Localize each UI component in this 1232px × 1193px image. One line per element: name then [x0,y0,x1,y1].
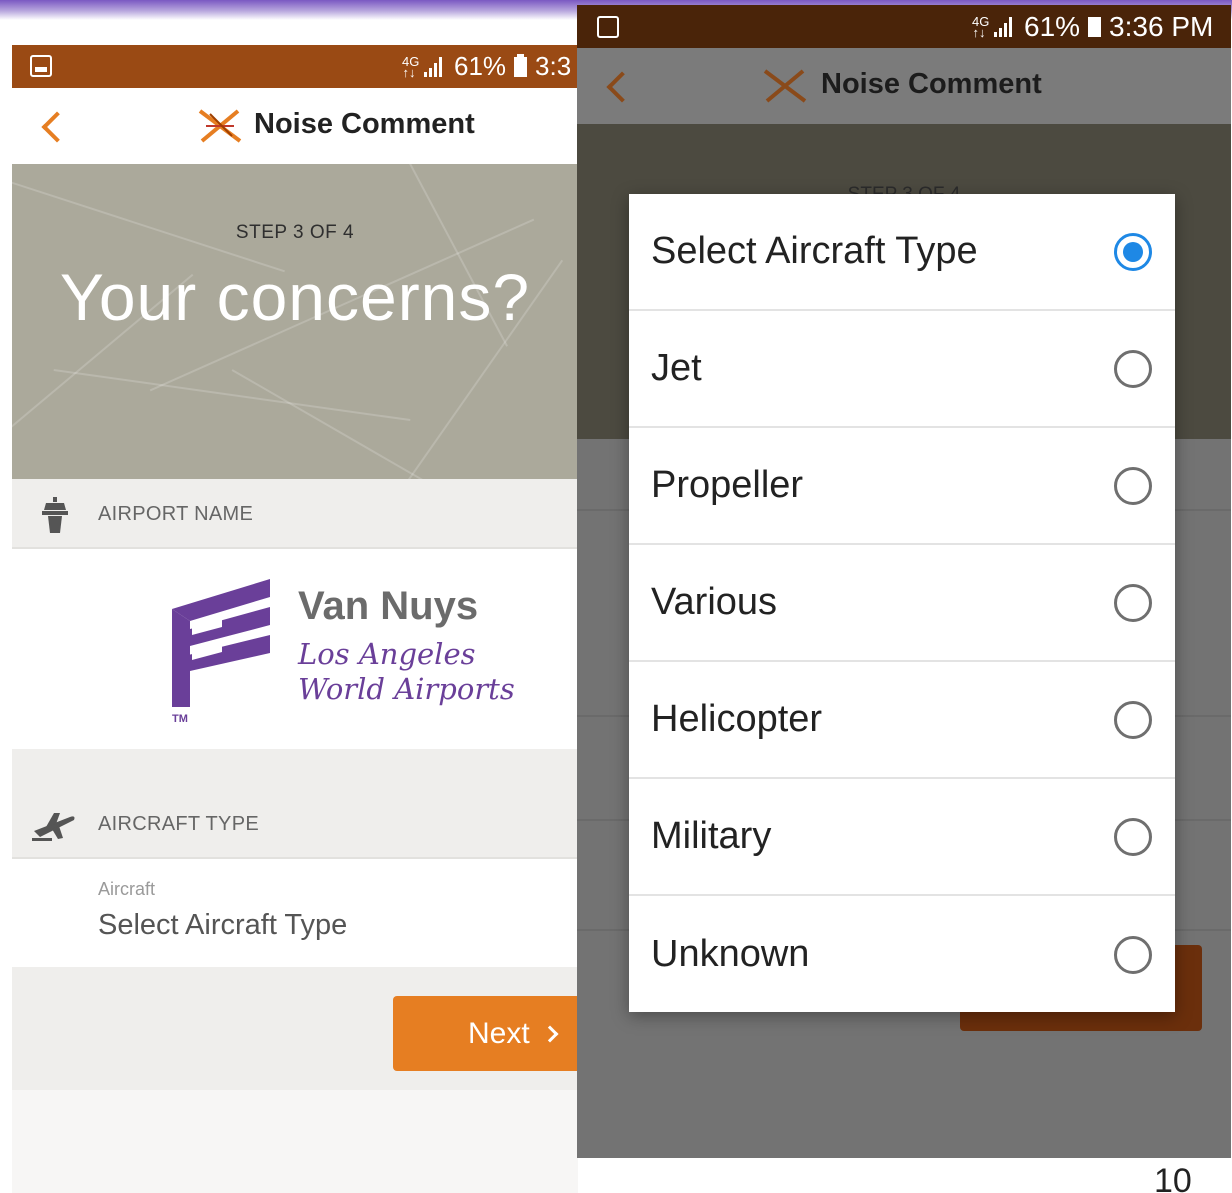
tower-icon [42,497,68,533]
option-label: Unknown [651,933,810,975]
lawa-logo-icon [172,579,270,707]
airplane-icon [32,813,75,841]
status-time: 3:3 [535,51,572,81]
battery-icon [514,53,528,77]
option-label: Various [651,581,778,623]
noise-logo-icon [198,109,242,143]
bottom-area [12,1090,578,1193]
option-label: Jet [651,347,702,389]
radio-icon[interactable] [1114,466,1152,505]
chevron-right-icon [541,1025,559,1042]
logo-trademark: TM [172,713,188,725]
network-icon: 4G ↑↓ [972,14,990,40]
step-hero: STEP 3 OF 4 Your concerns? [12,164,578,479]
slide-page-number: 10 [1154,1162,1192,1193]
aircraft-type-dialog: Select Aircraft Type Jet Propeller Vario… [629,194,1175,1012]
airport-name: Van Nuys [298,584,479,628]
option-various[interactable]: Various [629,545,1175,662]
option-label: Helicopter [651,698,823,740]
aircraft-section-label: AIRCRAFT TYPE [98,813,259,835]
option-propeller[interactable]: Propeller [629,428,1175,545]
radio-icon[interactable] [1114,583,1152,622]
status-bar-dimmed: 4G ↑↓ 61% 3:36 PM [577,5,1231,48]
back-chevron-icon [606,71,638,103]
battery-icon [1088,17,1102,37]
step-indicator: STEP 3 OF 4 [235,222,355,243]
aircraft-field-value: Select Aircraft Type [98,909,348,941]
back-chevron-icon[interactable] [41,111,73,143]
status-right: 4G ↑↓ 61% 3:3 [402,51,571,82]
network-icon: 4G ↑↓ [402,53,420,80]
option-label: Select Aircraft Type [651,230,978,272]
left-phone-screen: 4G ↑↓ 61% 3:3 Noise Comment STEP 3 OF 4 … [12,45,578,1193]
gallery-icon [30,55,52,77]
airport-section-header: AIRPORT NAME [12,479,578,549]
hero-headline: Your concerns? [59,260,531,334]
signal-icon [424,56,446,77]
next-button-label: Next [468,1016,530,1050]
airport-brand-line1: Los Angeles [298,637,476,671]
app-bar-dimmed: Noise Comment [577,48,1231,124]
status-bar: 4G ↑↓ 61% 3:3 [12,45,578,88]
option-helicopter[interactable]: Helicopter [629,662,1175,779]
screenshot-stage: 4G ↑↓ 61% 3:3 Noise Comment STEP 3 OF 4 … [0,0,1232,1193]
option-select-aircraft-type[interactable]: Select Aircraft Type [629,194,1175,311]
radio-selected-icon[interactable] [1114,232,1152,271]
next-button[interactable]: Next [393,996,578,1071]
option-unknown[interactable]: Unknown [629,896,1175,1013]
radio-icon[interactable] [1114,700,1152,739]
option-jet[interactable]: Jet [629,311,1175,428]
airport-brand-line2: World Airports [298,672,515,706]
option-label: Propeller [651,464,804,506]
app-title: Noise Comment [254,108,475,140]
aircraft-section-header: AIRCRAFT TYPE [12,789,578,859]
airport-logo-card[interactable]: TM Van Nuys Los Angeles World Airports [12,549,578,749]
airport-section-label: AIRPORT NAME [98,503,254,525]
battery-percent: 61% [454,51,507,81]
radio-icon[interactable] [1114,349,1152,388]
signal-icon [994,17,1016,37]
noise-logo-icon [763,69,807,103]
aircraft-field-label: Aircraft [98,879,156,899]
option-label: Military [651,815,772,857]
gallery-icon [597,16,619,38]
app-title: Noise Comment [821,68,1042,100]
aircraft-select-field[interactable]: Aircraft Select Aircraft Type [12,859,578,967]
battery-percent: 61% [1024,11,1081,42]
option-military[interactable]: Military [629,779,1175,896]
radio-icon[interactable] [1114,817,1152,856]
radio-icon[interactable] [1114,935,1152,974]
status-time: 3:36 PM [1109,11,1214,42]
app-bar: Noise Comment [12,88,578,164]
status-right: 4G ↑↓ 61% 3:36 PM [972,11,1213,43]
